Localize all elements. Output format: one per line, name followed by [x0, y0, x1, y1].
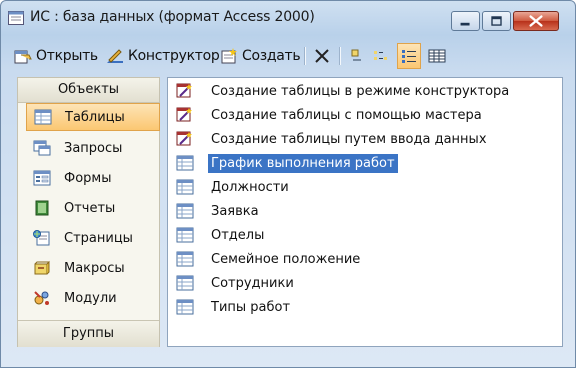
macro-icon	[34, 260, 50, 275]
form-icon	[33, 170, 51, 186]
design-icon	[107, 49, 123, 63]
list-item-label: Заявка	[211, 203, 259, 219]
database-window-icon	[8, 11, 24, 25]
objects-header[interactable]: Объекты	[18, 78, 159, 103]
details-view-button[interactable]	[427, 45, 447, 67]
table-icon	[34, 109, 52, 125]
database-window: ИС : база данных (формат Access 2000) От…	[0, 0, 576, 368]
toolbar: Открыть Конструктор Создать	[9, 39, 565, 75]
window-title: ИС : база данных (формат Access 2000)	[30, 9, 315, 25]
open-button[interactable]: Открыть	[13, 45, 98, 67]
object-label: Модули	[64, 290, 117, 306]
toolbar-separator	[304, 47, 306, 65]
page-icon	[33, 230, 50, 246]
small-icons-icon	[374, 51, 387, 60]
details-view-icon	[428, 49, 446, 63]
object-queries[interactable]: Запросы	[26, 134, 160, 162]
report-icon	[35, 200, 49, 216]
maximize-button[interactable]	[482, 11, 511, 31]
objects-panel: Объекты Таблицы Запросы Формы Отчеты Стр…	[17, 77, 160, 347]
list-item-table[interactable]: Сотрудники	[176, 272, 297, 294]
list-item-table[interactable]: Заявка	[176, 200, 262, 222]
content-area: Объекты Таблицы Запросы Формы Отчеты Стр…	[9, 77, 565, 355]
list-item-wizard[interactable]: Создание таблицы с помощью мастера	[176, 104, 485, 126]
list-item-wizard[interactable]: Создание таблицы путем ввода данных	[176, 128, 490, 150]
toolbar-separator	[339, 47, 341, 65]
list-item-label: Сотрудники	[211, 275, 294, 291]
maximize-icon	[491, 16, 502, 26]
list-item-table[interactable]: Отделы	[176, 224, 267, 246]
list-view-button[interactable]	[397, 43, 421, 69]
module-icon	[34, 291, 49, 305]
table-icon	[176, 251, 194, 267]
object-pages[interactable]: Страницы	[26, 224, 160, 252]
object-macros[interactable]: Макросы	[26, 254, 160, 282]
object-label: Отчеты	[64, 200, 116, 216]
create-button[interactable]: Создать	[219, 45, 301, 67]
create-label: Создать	[242, 48, 301, 64]
list-item-label: Семейное положение	[211, 251, 361, 267]
create-icon	[221, 48, 237, 64]
minimize-button[interactable]	[451, 11, 480, 31]
design-label: Конструктор	[128, 48, 220, 64]
delete-button[interactable]	[312, 45, 332, 67]
groups-header[interactable]: Группы	[18, 320, 159, 347]
object-modules[interactable]: Модули	[26, 284, 160, 312]
wizard-icon	[176, 107, 192, 122]
list-item-label: Создание таблицы в режиме конструктора	[211, 83, 510, 99]
object-label: Запросы	[64, 140, 123, 156]
table-icon	[176, 275, 194, 291]
open-label: Открыть	[36, 48, 98, 64]
object-tables[interactable]: Таблицы	[26, 103, 160, 131]
object-label: Таблицы	[65, 109, 125, 125]
object-label: Макросы	[64, 260, 125, 276]
object-label: Формы	[64, 170, 112, 186]
list-item-label: Создание таблицы путем ввода данных	[211, 131, 487, 147]
list-item-label: Отделы	[211, 227, 265, 243]
list-item-table[interactable]: График выполнения работ	[176, 152, 398, 174]
list-item-table[interactable]: Семейное положение	[176, 248, 363, 270]
list-item-label: Типы работ	[211, 299, 291, 315]
design-button[interactable]: Конструктор	[105, 45, 220, 67]
open-icon	[14, 50, 32, 64]
table-icon	[176, 203, 194, 219]
table-icon	[176, 179, 194, 195]
list-item-label: Создание таблицы с помощью мастера	[211, 107, 482, 123]
table-icon	[176, 155, 194, 171]
close-icon	[529, 15, 543, 27]
list-item-wizard[interactable]: Создание таблицы в режиме конструктора	[176, 80, 512, 102]
large-icons-button[interactable]	[347, 45, 367, 67]
list-item-table[interactable]: Должности	[176, 176, 292, 198]
list-item-label: Должности	[211, 179, 289, 195]
minimize-icon	[460, 22, 470, 26]
wizard-icon	[176, 83, 192, 98]
small-icons-button[interactable]	[371, 45, 391, 67]
object-label: Страницы	[64, 230, 133, 246]
object-reports[interactable]: Отчеты	[26, 194, 160, 222]
wizard-icon	[176, 131, 192, 146]
delete-icon	[315, 49, 329, 63]
objects-list: Создание таблицы в режиме конструктора Со…	[167, 77, 563, 347]
query-icon	[33, 140, 51, 156]
list-item-table[interactable]: Типы работ	[176, 296, 293, 318]
list-view-icon	[402, 50, 416, 63]
large-icons-icon	[351, 49, 361, 61]
title-bar[interactable]: ИС : база данных (формат Access 2000)	[1, 1, 575, 35]
table-icon	[176, 299, 194, 315]
object-forms[interactable]: Формы	[26, 164, 160, 192]
table-icon	[176, 227, 194, 243]
close-button[interactable]	[513, 11, 559, 31]
list-item-label: График выполнения работ	[208, 153, 398, 173]
